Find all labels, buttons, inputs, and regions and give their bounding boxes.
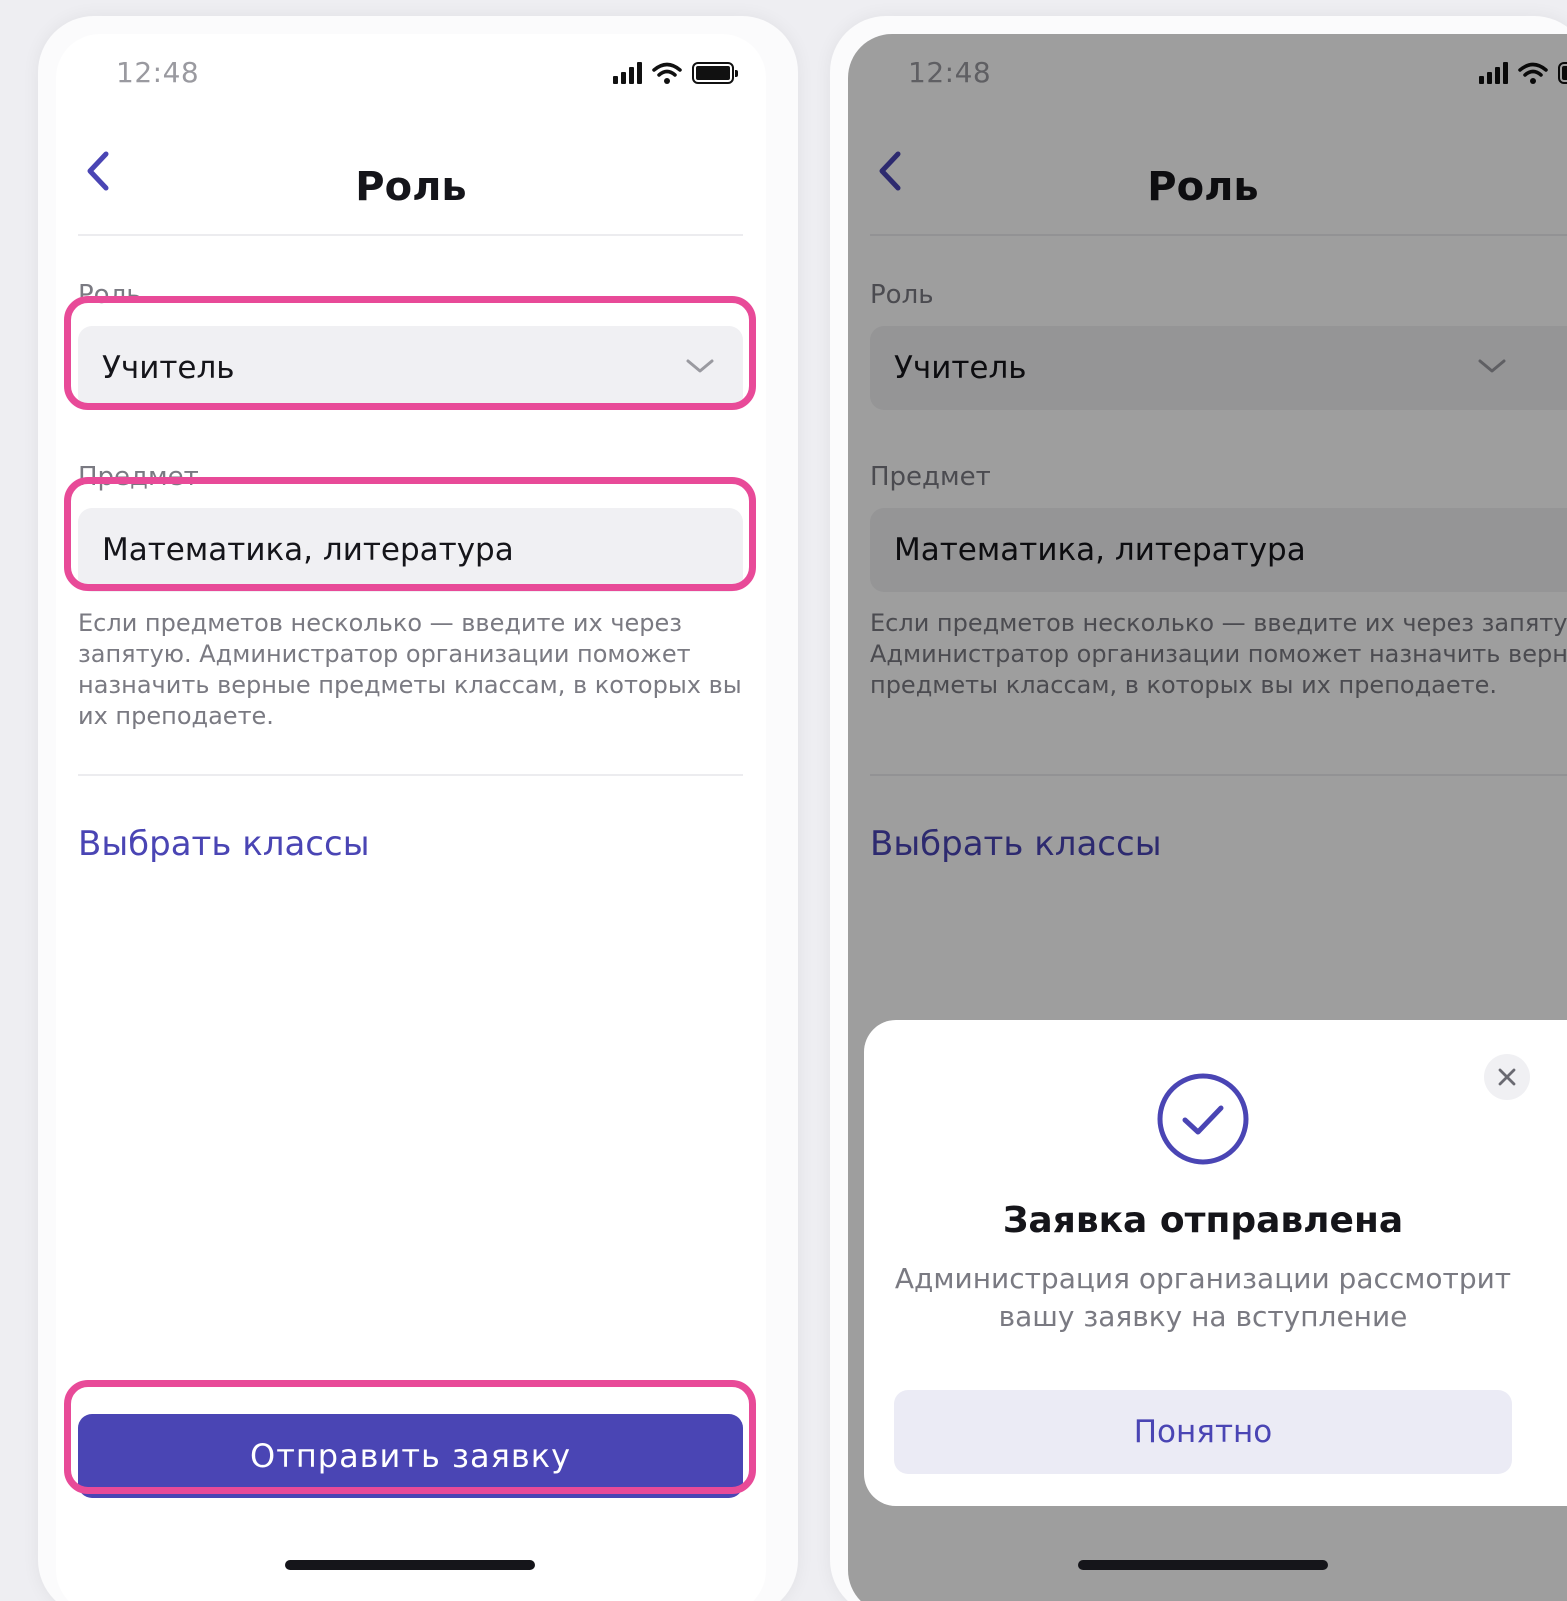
- role-select[interactable]: Учитель: [78, 326, 743, 410]
- close-icon: [1498, 1068, 1516, 1086]
- status-time: 12:48: [116, 56, 200, 89]
- phone-frame-form: 12:48 Роль Роль Учитель Предмет Математи…: [38, 16, 798, 1601]
- chevron-down-icon: [686, 359, 714, 373]
- page-title: Роль: [355, 164, 467, 210]
- home-indicator: [285, 1560, 535, 1570]
- subject-hint: Если предметов несколько — введите их че…: [78, 609, 742, 730]
- check-circle-icon: [1157, 1073, 1249, 1165]
- dialog-title: Заявка отправлена: [1002, 1200, 1404, 1241]
- submit-request-button[interactable]: Отправить заявку: [78, 1414, 743, 1498]
- role-label: Роль: [78, 280, 142, 310]
- screen-form: 12:48 Роль Роль Учитель Предмет Математи…: [56, 34, 766, 1601]
- subject-label: Предмет: [78, 462, 199, 492]
- screen-confirmation: 12:48 Роль Роль Учитель Предмет Математи…: [848, 34, 1567, 1601]
- subject-input[interactable]: Математика, литература: [78, 508, 743, 592]
- signal-icon: [613, 62, 642, 84]
- section-divider: [78, 774, 743, 776]
- confirmation-sheet: Заявка отправлена Администрация организа…: [864, 1020, 1567, 1506]
- close-button[interactable]: [1484, 1054, 1530, 1100]
- choose-classes-link[interactable]: Выбрать классы: [78, 824, 370, 864]
- role-select-value: Учитель: [102, 350, 235, 386]
- dialog-description: Администрация организации рассмотрит ваш…: [894, 1262, 1512, 1333]
- header-divider: [78, 234, 743, 236]
- status-icons: [613, 62, 738, 84]
- subject-input-value: Математика, литература: [102, 532, 514, 568]
- wifi-icon: [652, 62, 682, 84]
- got-it-button[interactable]: Понятно: [894, 1390, 1512, 1474]
- phone-frame-confirmation: 12:48 Роль Роль Учитель Предмет Математи…: [830, 16, 1567, 1601]
- battery-icon: [692, 62, 738, 84]
- home-indicator: [1078, 1560, 1328, 1570]
